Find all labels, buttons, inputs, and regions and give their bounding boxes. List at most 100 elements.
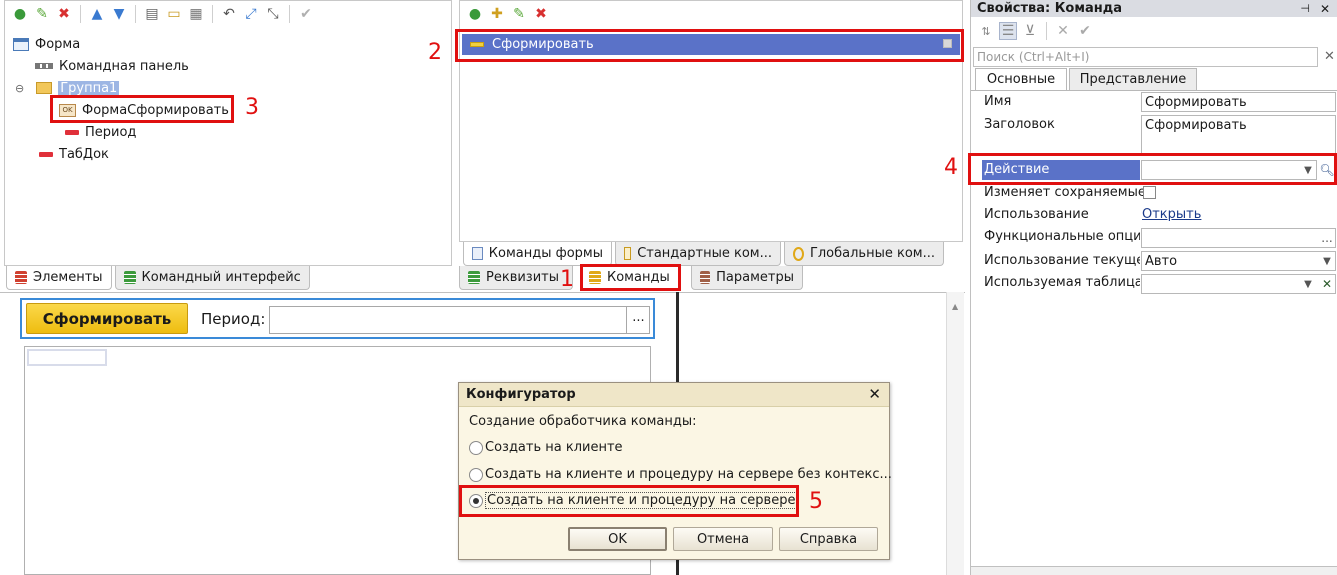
prop-header-field[interactable]: Сформировать xyxy=(1141,115,1336,155)
search-placeholder: Поиск (Ctrl+Alt+I) xyxy=(977,50,1090,64)
period-select-button[interactable]: ... xyxy=(626,306,650,334)
prop-usage-link[interactable]: Открыть xyxy=(1142,207,1201,222)
prop-func-options-field[interactable] xyxy=(1141,228,1336,248)
properties-toolbar: ⇅ ☰ ⊻ ✕ ✔ xyxy=(971,18,1337,44)
add-icon[interactable]: ● xyxy=(11,5,29,23)
tree-item-form[interactable]: Форма xyxy=(13,34,80,54)
radio-unchecked[interactable] xyxy=(469,467,483,482)
option-client-server-no-context[interactable]: Создать на клиенте и процедуру на сервер… xyxy=(469,467,892,482)
form-props-icon[interactable]: ▤ xyxy=(143,5,161,23)
pin-icon[interactable]: ⊣ xyxy=(1300,2,1310,15)
global-commands-icon xyxy=(793,246,804,261)
move-up-icon[interactable]: ▲ xyxy=(88,5,106,23)
annotation-box-option xyxy=(459,485,799,517)
prop-changes-saved-label: Изменяет сохраняемые xyxy=(984,185,1146,200)
annotation-box-commands-tab xyxy=(580,264,681,291)
move-down-icon[interactable]: ▼ xyxy=(110,5,128,23)
ellipsis-icon[interactable]: ... xyxy=(1318,229,1336,247)
dialog-prompt: Создание обработчика команды: xyxy=(469,414,697,429)
field-icon xyxy=(65,129,79,135)
tree-item-period[interactable]: Период xyxy=(65,122,136,142)
field-value: Авто xyxy=(1145,253,1178,269)
prop-func-options-label: Функциональные опции xyxy=(984,229,1140,244)
tree-item-command-bar[interactable]: Командная панель xyxy=(35,56,189,76)
generate-button[interactable]: Сформировать xyxy=(26,303,188,334)
edit-icon[interactable]: ✎ xyxy=(33,5,51,23)
check-icon[interactable]: ✔ xyxy=(297,5,315,23)
clear-icon[interactable]: ✕ xyxy=(1318,275,1336,293)
prop-name-label: Имя xyxy=(984,94,1012,109)
add-icon[interactable]: ● xyxy=(466,5,484,23)
delete-icon[interactable]: ✖ xyxy=(55,5,73,23)
preview-scrollbar[interactable]: ▲ xyxy=(946,292,964,575)
radio-unchecked[interactable] xyxy=(469,440,483,455)
cancel-button[interactable]: Отмена xyxy=(673,527,773,551)
tab-view[interactable]: Представление xyxy=(1069,68,1197,90)
tree-item-tabdoc[interactable]: ТабДок xyxy=(39,144,109,164)
prop-current-usage-label: Использование текуще xyxy=(984,253,1140,268)
prop-header-label: Заголовок xyxy=(984,117,1055,132)
tab-label: Реквизиты xyxy=(486,270,559,285)
tab-label: Параметры xyxy=(716,270,794,285)
tree-label: Группа1 xyxy=(58,80,120,96)
tab-label: Глобальные ком... xyxy=(809,246,935,261)
tab-label: Представление xyxy=(1079,72,1187,87)
scroll-up-icon[interactable]: ▲ xyxy=(952,302,958,311)
command-interface-icon xyxy=(123,271,136,284)
properties-bottom-strip xyxy=(971,566,1337,575)
sort-alpha-icon[interactable]: ⇅ xyxy=(977,22,995,40)
elements-tabs: Элементы Командный интерфейс xyxy=(6,266,310,290)
close-icon[interactable]: ✕ xyxy=(1320,2,1330,16)
period-field[interactable] xyxy=(269,306,650,334)
layout-icon[interactable]: ▭ xyxy=(165,5,183,23)
edit-icon[interactable]: ✎ xyxy=(510,5,528,23)
tab-global-commands[interactable]: Глобальные ком... xyxy=(784,242,944,266)
ok-button[interactable]: OK xyxy=(568,527,667,551)
categories-icon[interactable]: ☰ xyxy=(999,22,1017,40)
properties-search[interactable]: Поиск (Ctrl+Alt+I) xyxy=(973,47,1318,67)
tab-label: Стандартные ком... xyxy=(637,246,772,261)
add-from-icon[interactable]: ✚ xyxy=(488,5,506,23)
close-icon[interactable]: ✕ xyxy=(868,385,881,403)
tab-standard-commands[interactable]: Стандартные ком... xyxy=(615,242,781,266)
tab-form-commands[interactable]: Команды формы xyxy=(463,242,612,266)
search-clear-icon[interactable]: ✕ xyxy=(1324,49,1335,64)
dialog-titlebar: Конфигуратор ✕ xyxy=(459,383,889,407)
zoom-icon[interactable]: ⤢ xyxy=(242,5,260,23)
tree-label: Командная панель xyxy=(59,58,189,74)
group-icon[interactable]: ▦ xyxy=(187,5,205,23)
elements-icon xyxy=(15,271,27,284)
option-label: Создать на клиенте и процедуру на сервер… xyxy=(485,467,892,482)
properties-title: Свойства: Команда xyxy=(977,1,1122,16)
parameters-icon xyxy=(700,271,711,284)
annotation-2: 2 xyxy=(428,40,442,65)
resize-icon[interactable]: ⤡ xyxy=(264,5,282,23)
dropdown-icon[interactable]: ▼ xyxy=(1318,252,1336,270)
prop-changes-saved-checkbox[interactable] xyxy=(1143,186,1156,199)
dropdown-icon[interactable]: ▼ xyxy=(1299,275,1317,293)
help-button[interactable]: Справка xyxy=(779,527,878,551)
prop-current-usage-field[interactable]: Авто xyxy=(1141,251,1336,271)
spreadsheet-cell-selected xyxy=(27,349,107,366)
clear-icon[interactable]: ✕ xyxy=(1054,22,1072,40)
option-client[interactable]: Создать на клиенте xyxy=(469,440,623,455)
tab-elements[interactable]: Элементы xyxy=(6,266,112,290)
undo-icon[interactable]: ↶ xyxy=(220,5,238,23)
delete-icon[interactable]: ✖ xyxy=(532,5,550,23)
button-label: Сформировать xyxy=(42,309,172,328)
standard-commands-icon xyxy=(624,247,632,260)
filter-icon[interactable]: ⊻ xyxy=(1021,22,1039,40)
tab-main[interactable]: Основные xyxy=(975,68,1067,90)
annotation-box-command xyxy=(455,29,964,62)
tab-requisites[interactable]: Реквизиты xyxy=(459,266,573,290)
tab-parameters[interactable]: Параметры xyxy=(691,266,803,290)
tab-command-interface[interactable]: Командный интерфейс xyxy=(114,266,310,290)
tab-label: Элементы xyxy=(33,270,103,285)
collapse-icon[interactable]: ⊖ xyxy=(15,82,24,95)
field-value: Сформировать xyxy=(1145,118,1247,133)
prop-name-field[interactable]: Сформировать xyxy=(1141,92,1336,112)
tree-label: Период xyxy=(85,124,137,140)
field-value: Сформировать xyxy=(1145,94,1247,110)
tab-label: Команды формы xyxy=(488,246,603,261)
apply-icon[interactable]: ✔ xyxy=(1076,22,1094,40)
